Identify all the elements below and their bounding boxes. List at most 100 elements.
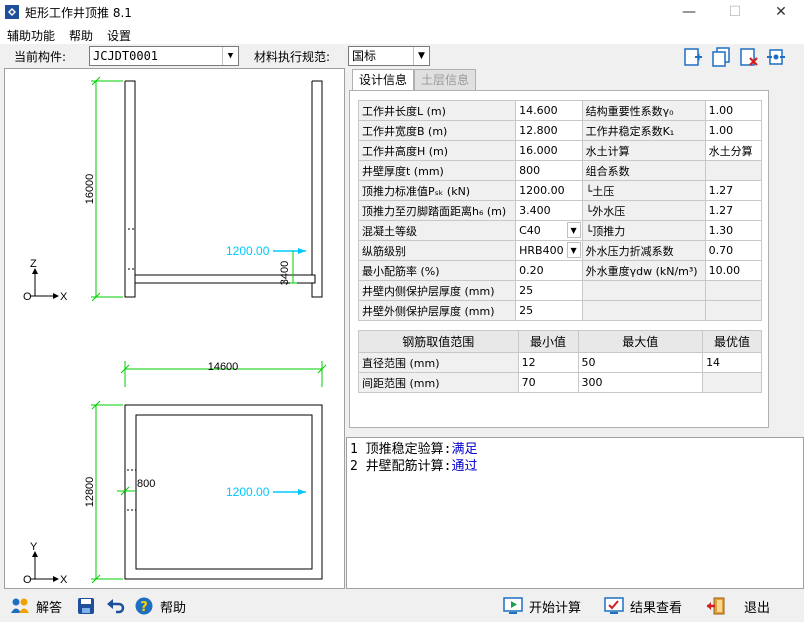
param-value[interactable]: 800	[515, 160, 583, 181]
param-value-2[interactable]: 1.30	[704, 220, 763, 241]
force-label: 1200.00	[226, 244, 270, 258]
param-value[interactable]: 1200.00	[515, 180, 583, 201]
spec-value: 国标	[352, 49, 377, 63]
param-label-text: 最小配筋率 (%)	[362, 264, 440, 278]
close-button[interactable]: ✕	[758, 0, 804, 25]
param-value-text: 3.400	[519, 204, 551, 217]
param-label-text: 井壁内侧保护层厚度 (mm)	[362, 284, 495, 298]
param-label: 最小配筋率 (%)	[357, 260, 517, 281]
start-calc-button[interactable]: 开始计算	[503, 595, 581, 617]
log-line: 2 井壁配筋计算:通过	[350, 458, 800, 475]
param-value-2-text: 1.30	[708, 224, 734, 237]
rebar-spacing-min[interactable]: 70	[517, 372, 579, 393]
copy-icon[interactable]	[710, 46, 732, 68]
param-value[interactable]: 0.20	[515, 260, 583, 281]
rebar-header-range: 钢筋取值范围	[358, 330, 519, 353]
param-value[interactable]: 25	[515, 300, 583, 321]
param-value-2[interactable]: 1.27	[704, 200, 763, 221]
param-label-2: 外水压力折减系数	[581, 240, 706, 261]
param-value-2[interactable]: 10.00	[704, 260, 763, 281]
param-label: 纵筋级别	[357, 240, 517, 261]
chevron-down-icon[interactable]: ▼	[566, 222, 581, 238]
param-value[interactable]: 14.600	[515, 100, 583, 121]
param-label-2-text: 工作井稳定系数K₁	[585, 124, 675, 138]
param-value[interactable]: 3.400	[515, 200, 583, 221]
log-line-1-status: 满足	[451, 442, 478, 457]
app-icon	[5, 5, 19, 19]
param-value[interactable]: HRB400 ▼	[515, 240, 583, 261]
menu-help[interactable]: 帮助	[69, 27, 93, 44]
table-row: 顶推力标准值Pₛₖ (kN) 1200.00 └土压 1.27	[357, 180, 763, 201]
tab-design[interactable]: 设计信息	[352, 69, 415, 90]
settings-icon[interactable]	[765, 46, 787, 68]
param-value-2	[704, 300, 763, 321]
param-value-text: 12.800	[519, 124, 558, 137]
param-value[interactable]: C40 ▼	[515, 220, 583, 241]
param-value-2	[704, 160, 763, 181]
title-bar: 矩形工作井顶推 8.1 — ☐ ✕	[0, 0, 804, 25]
param-value-2[interactable]: 1.27	[704, 180, 763, 201]
log-line-2-prefix: 2 井壁配筋计算:	[350, 459, 452, 474]
param-value-2-text: 1.27	[708, 204, 734, 217]
param-label-text: 工作井高度H (m)	[362, 144, 449, 158]
param-value[interactable]: 16.000	[515, 140, 583, 161]
rebar-diameter-best[interactable]: 14	[702, 352, 762, 373]
param-label-2-text: 结构重要性系数γ₀	[585, 104, 674, 118]
exit-button[interactable]: 退出	[706, 595, 770, 617]
param-label-2-text: 组合系数	[585, 164, 630, 178]
params-table: 工作井长度L (m) 14.600 结构重要性系数γ₀ 1.00 工作井宽度B (m) 1…	[357, 100, 763, 321]
component-select[interactable]: JCJDT0001 ▼	[89, 46, 239, 66]
rebar-spacing-max[interactable]: 300	[577, 372, 704, 393]
chevron-down-icon[interactable]: ▼	[222, 47, 238, 65]
param-label-text: 井壁外侧保护层厚度 (mm)	[362, 304, 495, 318]
table-row: 井壁外侧保护层厚度 (mm) 25	[357, 300, 763, 321]
param-label-2: 水土计算	[581, 140, 706, 161]
param-label-text: 顶推力标准值Pₛₖ (kN)	[362, 184, 471, 198]
param-value[interactable]: 25	[515, 280, 583, 301]
param-value-2[interactable]: 1.00	[704, 100, 763, 121]
param-value-2-text: 10.00	[708, 264, 741, 277]
param-value[interactable]: 12.800	[515, 120, 583, 141]
result-log: 1 顶推稳定验算:满足 2 井壁配筋计算:通过	[346, 437, 804, 589]
param-label-2-text: 外水压力折减系数	[585, 244, 674, 258]
param-value-text: 14.600	[519, 104, 558, 117]
window-title: 矩形工作井顶推 8.1	[25, 6, 132, 20]
spec-label: 材料执行规范:	[254, 50, 331, 64]
menu-bar: 辅助功能 帮助 设置	[0, 25, 804, 44]
help-button[interactable]: ? 帮助	[134, 595, 186, 617]
minimize-button[interactable]: —	[666, 0, 712, 25]
new-icon[interactable]	[682, 46, 704, 68]
param-value-text: 1200.00	[519, 184, 565, 197]
param-value-2[interactable]: 0.70	[704, 240, 763, 261]
tab-soil[interactable]: 土层信息	[414, 69, 477, 90]
height-dimension: 16000	[84, 174, 96, 205]
answer-button[interactable]: 解答	[10, 595, 62, 617]
spec-select[interactable]: 国标 ▼	[348, 46, 430, 66]
delete-icon[interactable]	[738, 46, 760, 68]
param-label-text: 纵筋级别	[362, 244, 406, 258]
rebar-diameter-max[interactable]: 50	[577, 352, 704, 373]
log-line-2-status: 通过	[451, 459, 478, 474]
table-row: 最小配筋率 (%) 0.20 外水重度γdw (kN/m³) 10.00	[357, 260, 763, 281]
rebar-spacing-best	[702, 372, 762, 393]
param-label: 工作井长度L (m)	[357, 100, 517, 121]
undo-icon[interactable]	[106, 596, 126, 616]
menu-settings[interactable]: 设置	[107, 27, 131, 44]
exit-label: 退出	[744, 600, 771, 616]
rebar-diameter-min[interactable]: 12	[517, 352, 579, 373]
chevron-down-icon[interactable]: ▼	[566, 242, 581, 258]
results-button[interactable]: 结果查看	[604, 595, 682, 617]
menu-aux[interactable]: 辅助功能	[7, 27, 55, 44]
param-label-2	[581, 300, 706, 321]
table-row: 顶推力至刃脚踏面距离h₆ (m) 3.400 └外水压 1.27	[357, 200, 763, 221]
param-label-2: └土压	[581, 180, 706, 201]
param-value-2-text: 1.00	[708, 124, 734, 137]
maximize-button[interactable]: ☐	[712, 0, 758, 25]
results-label: 结果查看	[630, 600, 683, 616]
param-value-2[interactable]: 水土分算	[704, 140, 763, 161]
save-icon[interactable]	[76, 596, 96, 616]
axis-z-label: Z	[30, 258, 37, 270]
param-value-2[interactable]: 1.00	[704, 120, 763, 141]
chevron-down-icon[interactable]: ▼	[413, 47, 429, 65]
param-value-2	[704, 280, 763, 301]
